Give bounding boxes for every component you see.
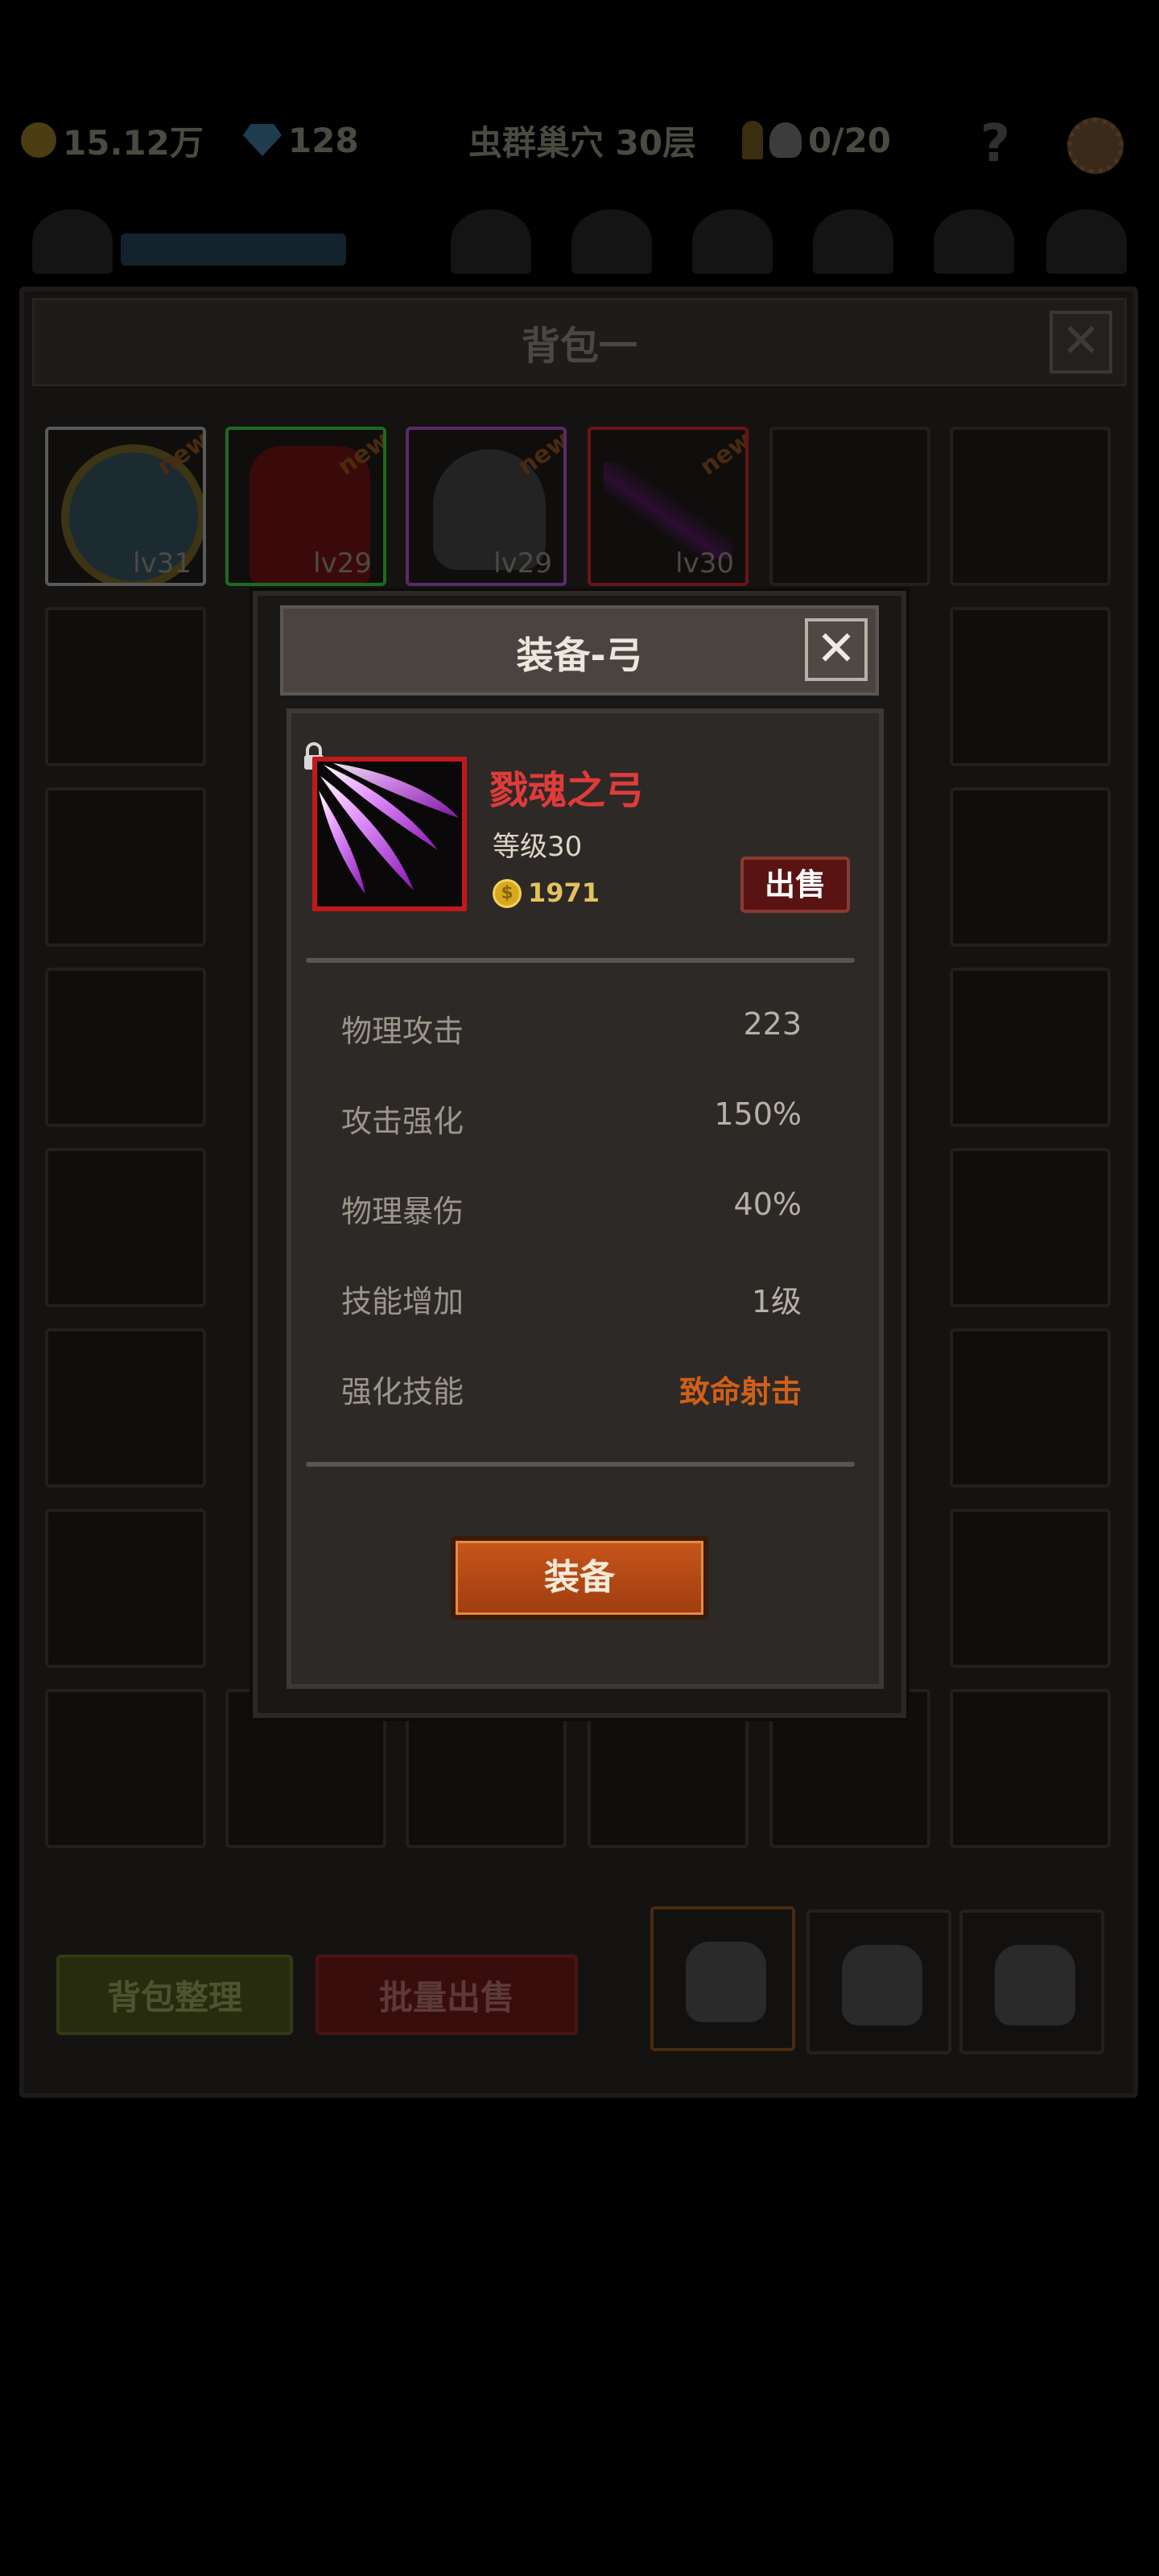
stat-row: 强化技能 致命射击 [341, 1367, 802, 1415]
inventory-slot[interactable]: new lv31 [45, 427, 206, 586]
inventory-slot-empty[interactable] [45, 1689, 206, 1848]
stat-row: 物理攻击 223 [341, 1006, 802, 1055]
backpack-close-button[interactable]: ✕ [1050, 311, 1112, 374]
item-level: lv29 [313, 547, 372, 580]
bag-tab-2[interactable] [806, 1909, 951, 2054]
inventory-slot-empty[interactable] [45, 1328, 206, 1488]
item-level: lv29 [493, 547, 552, 580]
stat-value: 223 [743, 1006, 802, 1042]
equip-button[interactable]: 装备 [451, 1536, 708, 1620]
item-level: lv31 [133, 547, 192, 580]
inventory-slot[interactable]: new lv29 [406, 427, 567, 586]
item-sell-price: 1971 [528, 877, 600, 908]
stat-row: 物理暴伤 40% [341, 1187, 802, 1235]
inventory-slot[interactable]: new lv29 [225, 427, 386, 586]
item-thumbnail [312, 757, 467, 911]
sell-button[interactable]: 出售 [740, 857, 850, 913]
inventory-slot-empty[interactable] [950, 427, 1111, 586]
modal-title: 装备-弓 [516, 634, 643, 677]
keys-count: 0/20 [808, 120, 892, 160]
item-level: lv30 [675, 547, 734, 580]
divider [306, 1462, 855, 1467]
help-button[interactable]: ? [980, 114, 1010, 174]
backpack-icon [842, 1945, 922, 2025]
inventory-slot-empty[interactable] [950, 968, 1111, 1127]
inventory-slot-empty[interactable] [950, 1689, 1111, 1848]
sort-backpack-button[interactable]: 背包整理 [56, 1955, 293, 2035]
stat-value: 150% [714, 1096, 802, 1132]
inventory-slot-empty[interactable] [950, 787, 1111, 947]
bag-tab-1[interactable] [650, 1906, 795, 2051]
stat-value: 1级 [751, 1284, 802, 1319]
settings-gear-icon[interactable] [1067, 118, 1124, 174]
hero-avatar[interactable] [934, 209, 1014, 274]
inventory-slot-empty[interactable] [769, 427, 930, 586]
gold-coin-icon [21, 122, 56, 158]
stat-row: 攻击强化 150% [341, 1096, 802, 1145]
hero-hp-bar [121, 233, 346, 266]
inventory-slot-empty[interactable] [45, 1509, 206, 1668]
skull-icon [769, 122, 802, 158]
bag-tab-3[interactable] [959, 1909, 1104, 2054]
backpack-icon [995, 1945, 1075, 2025]
stat-label: 物理攻击 [341, 1013, 464, 1049]
inventory-slot-empty[interactable] [950, 1148, 1111, 1307]
item-level-label: 等级30 [493, 831, 583, 863]
gem-resource: 128 [243, 116, 359, 164]
keys-resource: 0/20 [742, 116, 891, 164]
stat-label: 技能增加 [341, 1284, 464, 1319]
stat-row: 技能增加 1级 [341, 1277, 802, 1325]
inventory-slot-empty[interactable] [45, 787, 206, 947]
inventory-slot-empty[interactable] [950, 1328, 1111, 1488]
enhanced-skill-value: 致命射击 [678, 1374, 802, 1410]
inventory-slot-empty[interactable] [45, 607, 206, 766]
gold-coin-icon: $ [493, 879, 522, 908]
inventory-slot-empty[interactable] [950, 1509, 1111, 1668]
inventory-slot-empty[interactable] [45, 1148, 206, 1307]
gold-resource: 15.12万 [21, 116, 204, 164]
backpack-icon [686, 1942, 766, 2022]
hero-avatar[interactable] [32, 209, 113, 274]
modal-close-button[interactable]: ✕ [805, 618, 868, 681]
stat-value: 40% [733, 1187, 802, 1222]
stat-label: 强化技能 [341, 1374, 464, 1410]
gold-amount: 15.12万 [63, 122, 204, 163]
bow-icon [319, 763, 459, 894]
hero-strip [24, 201, 1135, 282]
backpack-title: 背包一 [521, 324, 637, 369]
hero-avatar[interactable] [1046, 209, 1127, 274]
stat-label: 攻击强化 [341, 1104, 464, 1139]
divider [306, 958, 855, 963]
hero-avatar[interactable] [813, 209, 893, 274]
diamond-icon [243, 124, 282, 156]
bulk-sell-button[interactable]: 批量出售 [316, 1955, 578, 2035]
hero-avatar[interactable] [451, 209, 531, 274]
stage-label[interactable]: 虫群巢穴 30层 [468, 116, 696, 164]
stat-label: 物理暴伤 [341, 1194, 464, 1229]
inventory-slot-empty[interactable] [45, 968, 206, 1127]
hero-avatar[interactable] [692, 209, 773, 274]
key-icon [742, 121, 763, 159]
top-bar: 15.12万 128 虫群巢穴 30层 0/20 ? [0, 105, 1159, 185]
inventory-slot-empty[interactable] [950, 607, 1111, 766]
inventory-slot[interactable]: new lv30 [588, 427, 749, 586]
gem-amount: 128 [288, 120, 359, 160]
item-name: 戮魂之弓 [489, 768, 645, 813]
hero-avatar[interactable] [571, 209, 652, 274]
